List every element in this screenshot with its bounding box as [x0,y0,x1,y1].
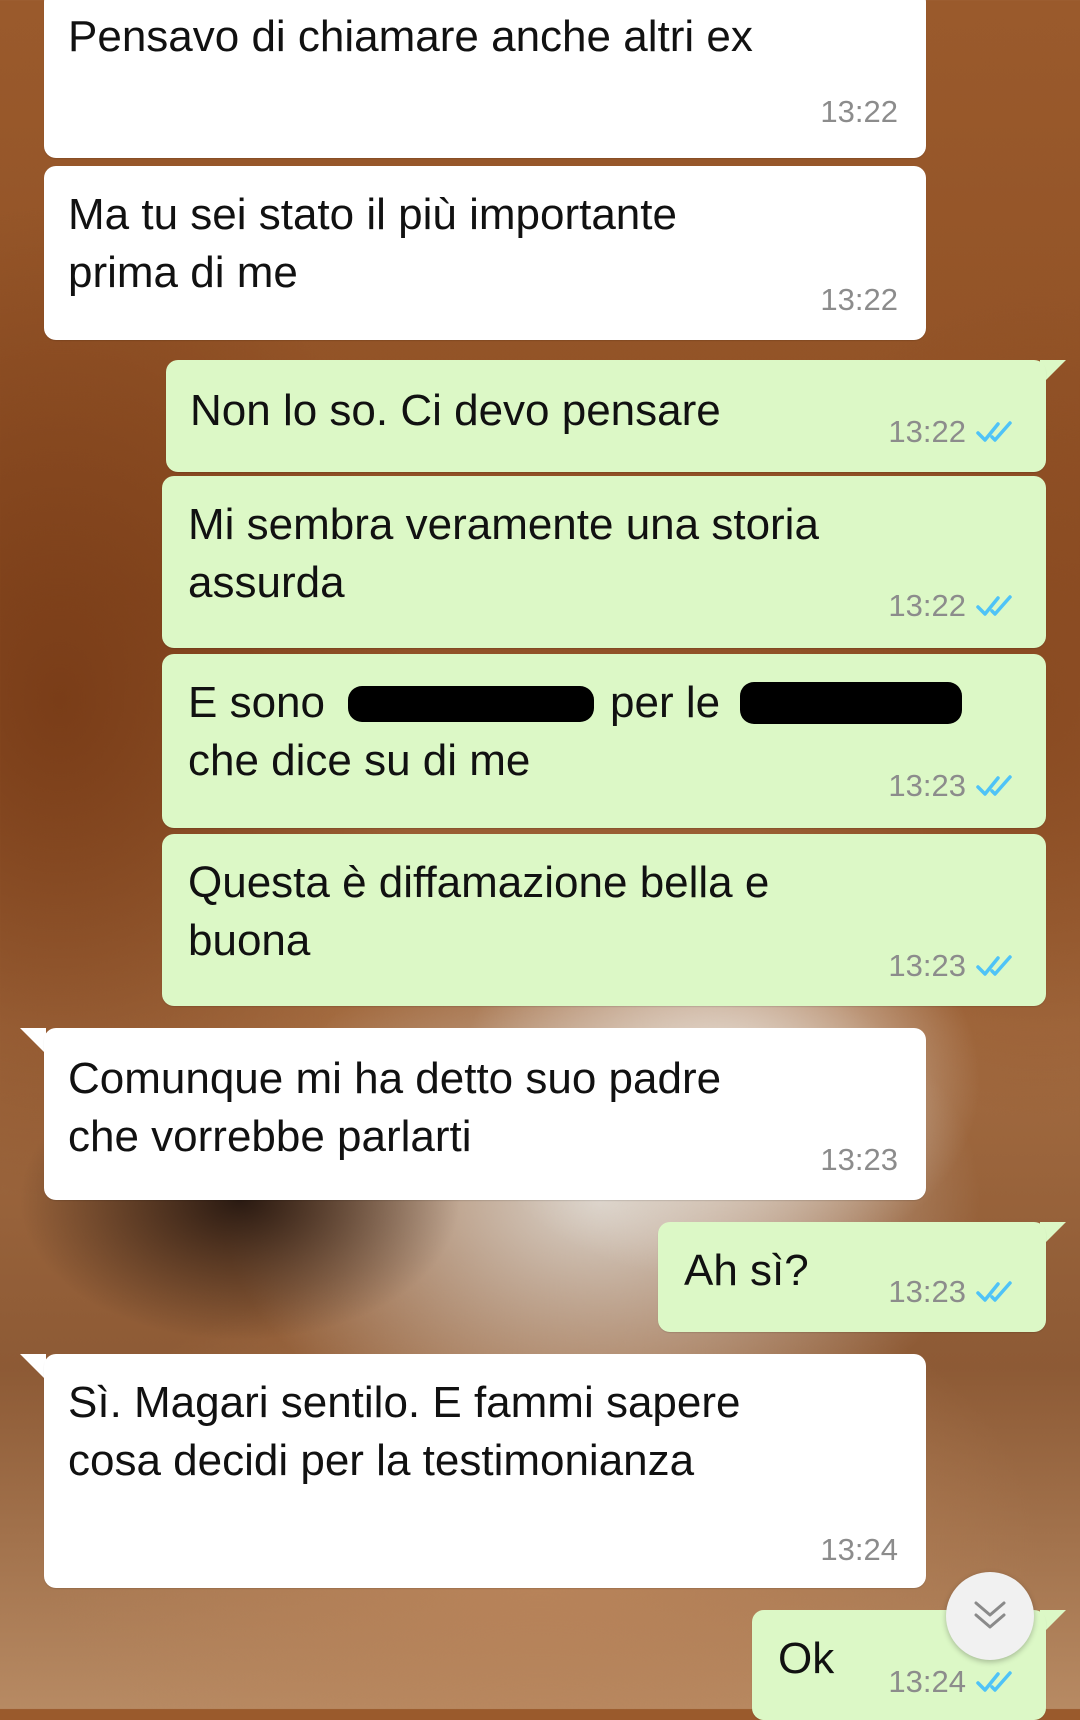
message-time: 13:24 [820,1532,898,1567]
message-text-part: per le [610,678,721,727]
message-bubble-incoming[interactable]: Sì. Magari sentilo. E fammi sapere cosa … [44,1354,926,1588]
message-text: Ok [778,1634,835,1683]
bubble-tail [20,1354,46,1380]
redaction-bar [348,686,594,722]
message-text: Pensavo di chiamare anche altri ex [68,12,753,61]
message-meta: 13:22 [820,94,898,130]
double-check-icon [976,595,1012,616]
message-text: Questa è diffamazione bella e buona [188,858,770,965]
message-time: 13:22 [820,282,898,317]
message-meta: 13:23 [888,1274,1020,1310]
message-bubble-incoming[interactable]: Ma tu sei stato il più importante prima … [44,166,926,340]
message-time: 13:23 [888,768,966,803]
scroll-to-bottom-button[interactable] [946,1572,1034,1660]
message-meta: 13:24 [888,1664,1020,1700]
message-text-part: E sono [188,678,325,727]
message-meta: 13:23 [888,768,1020,804]
message-bubble-outgoing[interactable]: E sono per le che dice su di me 13:23 [162,654,1046,828]
message-text: Comunque mi ha detto suo padre che vorre… [68,1054,722,1161]
message-meta: 13:22 [888,588,1020,624]
message-bubble-outgoing[interactable]: Non lo so. Ci devo pensare 13:22 [166,360,1046,472]
double-check-icon [976,1281,1012,1302]
message-bubble-outgoing[interactable]: Mi sembra veramente una storia assurda 1… [162,476,1046,648]
double-chevron-down-icon [974,1601,1006,1629]
bubble-tail [20,1028,46,1054]
message-text: Ah sì? [684,1246,809,1295]
double-check-icon [976,421,1012,442]
message-bubble-incoming[interactable]: Pensavo di chiamare anche altri ex 13:22 [44,0,926,158]
message-meta: 13:23 [888,948,1020,984]
message-time: 13:23 [820,1142,898,1177]
message-text: Non lo so. Ci devo pensare [190,386,721,435]
message-time: 13:22 [820,94,898,129]
message-bubble-outgoing[interactable]: Questa è diffamazione bella e buona 13:2… [162,834,1046,1006]
message-time: 13:23 [888,948,966,983]
message-meta: 13:22 [820,282,898,318]
double-check-icon [976,1671,1012,1692]
message-text: Ma tu sei stato il più importante prima … [68,190,677,297]
message-text-part: che dice su di me [188,736,531,785]
message-meta: 13:23 [820,1142,898,1178]
message-bubble-incoming[interactable]: Comunque mi ha detto suo padre che vorre… [44,1028,926,1200]
redaction-bar [740,682,962,724]
message-time: 13:22 [888,588,966,623]
message-time: 13:23 [888,1274,966,1309]
double-check-icon [976,775,1012,796]
double-check-icon [976,955,1012,976]
message-text: Sì. Magari sentilo. E fammi sapere cosa … [68,1378,741,1485]
message-text: Mi sembra veramente una storia assurda [188,500,819,607]
message-meta: 13:22 [888,414,1020,450]
message-time: 13:24 [888,1664,966,1699]
message-bubble-outgoing[interactable]: Ah sì? 13:23 [658,1222,1046,1332]
message-time: 13:22 [888,414,966,449]
message-meta: 13:24 [820,1532,898,1568]
